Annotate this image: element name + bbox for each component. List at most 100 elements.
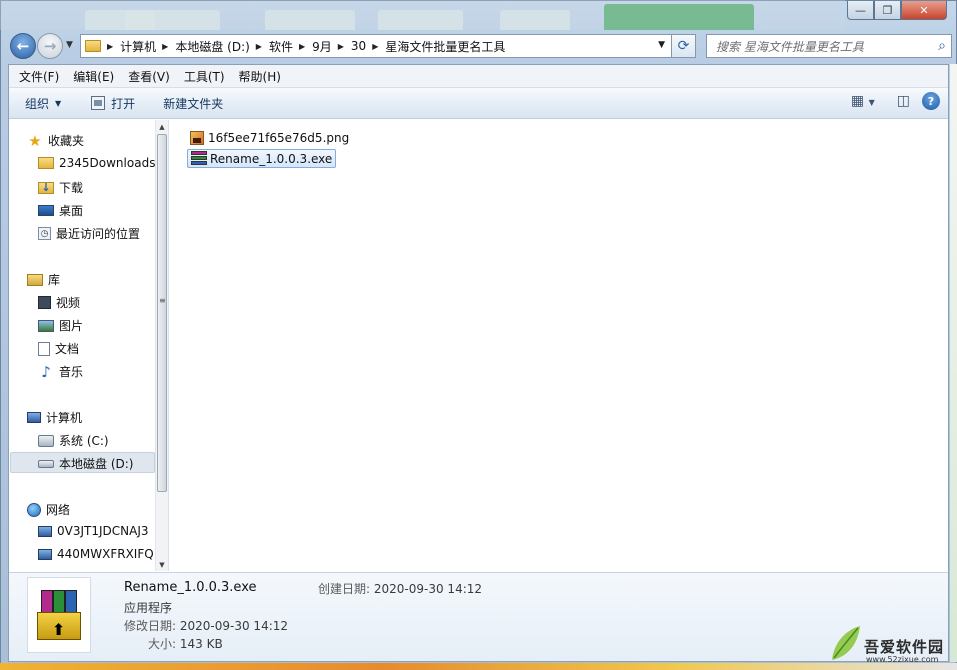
forward-button[interactable]: → [37, 33, 63, 59]
maximize-button[interactable]: ❐ [874, 1, 901, 20]
music-note-icon: ♪ [41, 362, 51, 381]
address-bar[interactable]: ▶ 计算机 ▶ 本地磁盘 (D:) ▶ 软件 ▶ 9月 ▶ 30 ▶ 星海文件批量更名工具 … [80, 34, 672, 58]
network-computer-icon [38, 548, 52, 560]
chevron-right-icon: ▶ [298, 41, 306, 51]
preview-pane-button[interactable]: ◫ [897, 93, 910, 109]
background-right-edge [950, 64, 957, 662]
desktop-icon [38, 205, 54, 216]
file-item-exe[interactable]: Rename_1.0.0.3.exe [187, 149, 337, 168]
detail-file-name: Rename_1.0.0.3.exe [124, 580, 257, 595]
nav-computer[interactable]: 计算机 [27, 409, 82, 426]
document-icon [38, 341, 50, 356]
image-file-icon [190, 130, 204, 145]
detail-created: 创建日期: 2020-09-30 14:12 [318, 582, 483, 596]
scrollbar-thumb[interactable] [157, 134, 167, 492]
nav-item-desktop[interactable]: 桌面 [38, 202, 83, 219]
arrow-left-icon: ← [16, 37, 30, 55]
search-icon[interactable]: ⌕ [938, 38, 946, 54]
refresh-icon: ⟳ [677, 38, 690, 54]
search-input[interactable]: 搜索 星海文件批量更名工具 ⌕ [706, 34, 952, 58]
command-bar: 组织 ▼ 打开 新建文件夹 ▦ ▼ ◫ ? [9, 88, 948, 119]
help-button[interactable]: ? [922, 92, 940, 110]
network-icon [27, 502, 41, 517]
nav-item-downloads[interactable]: ↓ 下载 [38, 179, 83, 196]
menu-bar: 文件(F) 编辑(E) 查看(V) 工具(T) 帮助(H) [9, 65, 948, 88]
close-button[interactable]: ✕ [901, 1, 947, 20]
nav-favorites[interactable]: ★ 收藏夹 [27, 131, 84, 150]
system-drive-icon [38, 434, 54, 447]
nav-item-2345downloads[interactable]: 2345Downloads [38, 156, 155, 170]
winrar-icon: ⬆ [37, 590, 81, 640]
breadcrumb-item[interactable]: ▶ 9月 [299, 38, 332, 55]
open-file-icon [91, 96, 106, 110]
chevron-right-icon: ▶ [337, 41, 344, 51]
nav-scrollbar[interactable]: ▲ ≡ ▼ [155, 120, 168, 571]
site-watermark: 吾爱软件园 www.52zixue.com [826, 604, 954, 666]
detail-modified: 修改日期: 2020-09-30 14:12 [124, 619, 289, 633]
folder-icon [38, 157, 54, 169]
background-app-strip [0, 0, 845, 30]
menu-file[interactable]: 文件(F) [13, 68, 65, 85]
nav-item-videos[interactable]: 视频 [38, 294, 80, 311]
change-view-button[interactable]: ▦ ▼ [851, 93, 875, 109]
nav-item-documents[interactable]: 文档 [38, 340, 79, 357]
star-icon: ★ [28, 131, 42, 150]
nav-item-network-pc[interactable]: 0V3JT1JDCNAJ3 [38, 524, 149, 538]
scroll-up-icon[interactable]: ▲ [156, 120, 168, 133]
breadcrumb-item[interactable]: ▶ 软件 [256, 38, 293, 55]
nav-item-drive-d[interactable]: 本地磁盘 (D:) [38, 455, 133, 472]
breadcrumb-item[interactable]: ▶ 本地磁盘 (D:) [162, 38, 250, 55]
scroll-down-icon[interactable]: ▼ [156, 558, 168, 571]
folder-icon [85, 40, 101, 52]
breadcrumb-item[interactable]: ▶ 计算机 [107, 38, 156, 55]
details-pane: ⬆ Rename_1.0.0.3.exe 应用程序 修改日期: 2020-09-… [9, 572, 948, 661]
video-icon [38, 296, 51, 309]
back-button[interactable]: ← [10, 33, 36, 59]
nav-libraries[interactable]: 库 [27, 271, 60, 288]
detail-file-type: 应用程序 [124, 601, 173, 615]
watermark-title: 吾爱软件园 [864, 638, 945, 656]
file-list: 16f5ee71f65e76d5.png Rename_1.0.0.3.exe [170, 120, 948, 571]
picture-icon [38, 319, 54, 332]
computer-icon [27, 412, 41, 423]
content-panel: 文件(F) 编辑(E) 查看(V) 工具(T) 帮助(H) 组织 ▼ 打开 新建… [8, 64, 949, 662]
menu-view[interactable]: 查看(V) [122, 68, 176, 85]
chevron-right-icon: ▶ [107, 41, 114, 51]
breadcrumb-item[interactable]: ▶ 星海文件批量更名工具 [372, 38, 505, 55]
recent-pages-dropdown[interactable]: ▼ [66, 40, 73, 50]
library-icon [27, 273, 43, 286]
navigation-pane: ★ 收藏夹 2345Downloads ↓ 下载 桌面 ◷ 最近访问的位置 库 视频 … [9, 120, 169, 571]
file-item-png[interactable]: 16f5ee71f65e76d5.png [187, 128, 352, 147]
arrow-right-icon: → [43, 37, 57, 55]
open-button[interactable]: 打开 [81, 91, 145, 115]
toolbar-right: ▦ ▼ ◫ ? [851, 92, 940, 110]
new-folder-button[interactable]: 新建文件夹 [153, 91, 233, 115]
leaf-logo-icon [832, 626, 860, 660]
chevron-down-icon: ▼ [55, 98, 62, 108]
breadcrumb-item[interactable]: ▶ 30 [338, 39, 366, 53]
grip-icon: ≡ [159, 296, 166, 305]
file-thumbnail: ⬆ [27, 577, 91, 653]
caption-buttons: — ❐ ✕ [847, 1, 947, 21]
refresh-button[interactable]: ⟳ [672, 34, 696, 58]
address-history-dropdown[interactable]: ▼ [658, 40, 665, 50]
minimize-button[interactable]: — [847, 1, 874, 20]
menu-edit[interactable]: 编辑(E) [67, 68, 120, 85]
archive-exe-icon [191, 151, 207, 167]
nav-item-drive-c[interactable]: 系统 (C:) [38, 432, 109, 449]
organize-button[interactable]: 组织 ▼ [15, 91, 71, 115]
chevron-right-icon: ▶ [162, 41, 169, 51]
nav-item-network-pc[interactable]: 440MWXFRXIFQ [38, 547, 154, 561]
nav-item-music[interactable]: ♪ 音乐 [38, 362, 83, 381]
drive-icon [38, 459, 54, 468]
detail-size: 大小: 143 KB [148, 637, 223, 651]
menu-tools[interactable]: 工具(T) [178, 68, 231, 85]
recent-places-icon: ◷ [38, 227, 51, 240]
network-computer-icon [38, 525, 52, 537]
nav-item-pictures[interactable]: 图片 [38, 317, 83, 334]
nav-network[interactable]: 网络 [27, 501, 70, 518]
download-folder-icon: ↓ [38, 181, 54, 194]
nav-item-recent-places[interactable]: ◷ 最近访问的位置 [38, 225, 140, 242]
menu-help[interactable]: 帮助(H) [233, 68, 287, 85]
navigation-row: ← → ▼ ▶ 计算机 ▶ 本地磁盘 (D:) ▶ 软件 ▶ 9月 ▶ 30 ▶ 星海文件批… [8, 31, 952, 61]
